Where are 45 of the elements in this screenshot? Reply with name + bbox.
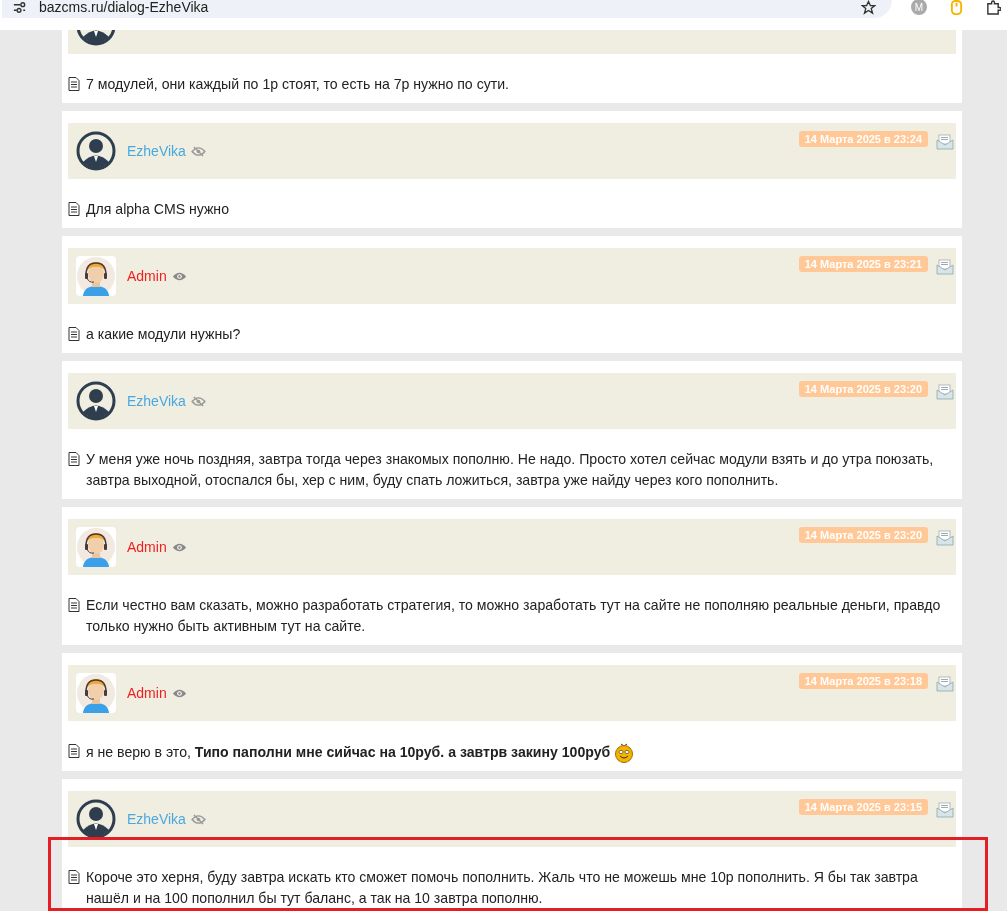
user-avatar <box>76 131 116 171</box>
admin-avatar <box>76 527 116 567</box>
user-avatar <box>76 799 116 839</box>
document-icon <box>68 870 80 884</box>
puzzle-icon[interactable] <box>986 0 1001 15</box>
address-bar[interactable]: bazcms.ru/dialog-EzheVika <box>2 0 892 18</box>
document-icon <box>68 327 80 341</box>
profile-avatar[interactable]: M <box>911 0 927 15</box>
message-text: я не верю в это, Типо паполни мне сийчас на 10руб. а завтрв закину 100руб <box>86 741 635 763</box>
message-text: 7 модулей, они каждый по 1р стоят, то есть на 7р нужно по сути. <box>86 75 509 94</box>
author-name[interactable]: Admin <box>127 539 167 555</box>
date-badge: 14 Марта 2025 в 23:15 <box>798 799 928 815</box>
envelope-icon[interactable] <box>936 384 954 400</box>
document-icon <box>68 744 80 758</box>
envelope-icon[interactable] <box>936 134 954 150</box>
url-text: bazcms.ru/dialog-EzheVika <box>39 0 209 15</box>
document-icon <box>68 77 80 91</box>
envelope-icon[interactable] <box>936 259 954 275</box>
author-name[interactable]: EzheVika <box>127 393 186 409</box>
extension-icon[interactable] <box>949 0 964 15</box>
document-icon <box>68 452 80 466</box>
message-text: Для alpha CMS нужно <box>86 200 229 219</box>
author-name[interactable]: Admin <box>127 268 167 284</box>
author-name[interactable]: Admin <box>127 685 167 701</box>
document-icon <box>68 598 80 612</box>
message-text: а какие модули нужны? <box>86 325 241 344</box>
envelope-icon[interactable] <box>936 530 954 546</box>
star-icon[interactable] <box>861 0 876 15</box>
admin-avatar <box>76 673 116 713</box>
envelope-icon[interactable] <box>936 802 954 818</box>
site-settings-icon[interactable] <box>12 0 27 15</box>
date-badge: 14 Марта 2025 в 23:18 <box>798 673 928 689</box>
date-badge: 14 Марта 2025 в 23:20 <box>798 527 928 543</box>
date-badge: 14 Марта 2025 в 23:24 <box>798 131 928 147</box>
message-text: Короче это херня, буду завтра искать кто сможет помочь пополнить. Жаль что не можешь мне 10р пополнить. Я бы так завтра нашёл и на 100 пополнил бы тут баланс, а так на 10 завтра пополню. <box>86 868 919 908</box>
date-badge: 14 Марта 2025 в 23:20 <box>798 381 928 397</box>
author-name[interactable]: EzheVika <box>127 811 186 827</box>
document-icon <box>68 202 80 216</box>
message-text: Если честно вам сказать, можно разработать стратегия, то можно заработать тут на сайте не пополняю реальные деньги, правдо только нужно быть активным тут на сайте. <box>86 596 942 636</box>
admin-avatar <box>76 256 116 296</box>
message-text: У меня уже ночь поздняя, завтра тогда через знакомых пополню. Не надо. Просто хотел сейчас модули взять и до утра поюзать, завтра выходной, отоспался бы, хер с ним, буду спать ложиться, завтра уже найду через кого пополнить. <box>86 450 935 490</box>
author-name[interactable]: EzheVika <box>127 143 186 159</box>
user-avatar <box>76 381 116 421</box>
envelope-icon[interactable] <box>936 676 954 692</box>
date-badge: 14 Марта 2025 в 23:21 <box>798 256 928 272</box>
